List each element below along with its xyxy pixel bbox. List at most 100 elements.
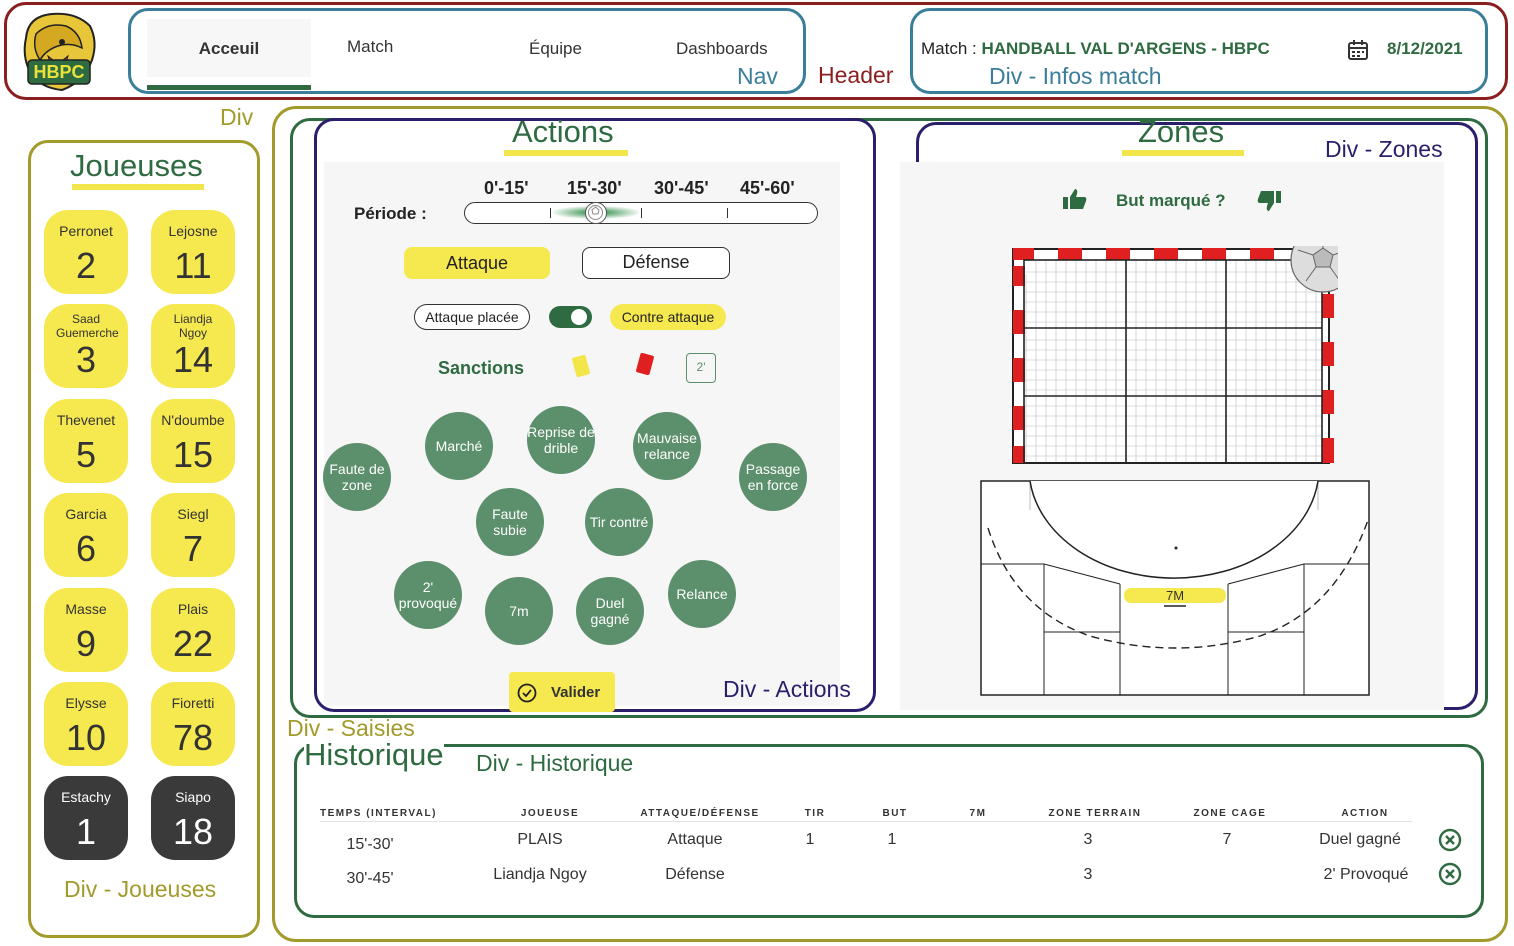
player-name: Perronet [59, 223, 113, 239]
player-card[interactable]: Siegl 7 [151, 493, 235, 577]
player-card[interactable]: Elysse 10 [44, 682, 128, 766]
but-marque-label: But marqué ? [1116, 191, 1226, 210]
valider-label: Valider [551, 684, 601, 701]
period-label-1: 15'-30' [567, 178, 622, 198]
col-header-7m: 7M [969, 808, 987, 819]
slider-handle[interactable] [585, 202, 607, 224]
player-number: 5 [75, 434, 97, 475]
action-reprise-de-drible-button[interactable]: Reprise de drible [527, 406, 595, 474]
player-card[interactable]: Estachy 1 [44, 776, 128, 860]
cell-action: 2' Provoqué [1323, 866, 1409, 883]
attack-type-toggle[interactable] [549, 306, 592, 328]
action-faute-de-zone-button[interactable]: Faute de zone [323, 443, 391, 511]
action-faute-subie-button[interactable]: Faute subie [476, 488, 544, 556]
player-name: Thevenet [56, 412, 116, 428]
table-header-divider [320, 821, 1412, 822]
player-number: 1 [75, 811, 97, 852]
actions-frame-label: Div - Actions [723, 676, 851, 702]
valider-button[interactable]: Valider [509, 672, 615, 712]
cell-action: Duel gagné [1319, 831, 1401, 848]
action-passage-en-force-button[interactable]: Passage en force [739, 443, 807, 511]
player-number: 18 [172, 811, 214, 852]
action-tir-contre-button[interactable]: Tir contré [585, 488, 653, 556]
check-circle-icon [517, 683, 537, 703]
players-title: Joueuses [70, 148, 203, 183]
court-zones-diagram[interactable]: 7M [980, 480, 1370, 696]
sanctions-label: Sanctions [438, 358, 525, 378]
period-slider[interactable] [464, 202, 818, 224]
attaque-placee-option[interactable]: Attaque placée [414, 304, 530, 330]
zones-title: Zones [1138, 114, 1225, 149]
tab-match[interactable]: Match [347, 37, 393, 57]
player-card[interactable]: Garcia 6 [44, 493, 128, 577]
nav-frame-label: Nav [737, 63, 778, 89]
two-minutes-button[interactable]: 2' [686, 353, 716, 383]
player-number: 78 [172, 717, 214, 758]
attaque-button[interactable]: Attaque [404, 247, 550, 279]
infos-frame-label: Div - Infos match [989, 63, 1162, 89]
player-card[interactable]: Liandja Ngoy 14 [151, 304, 235, 388]
player-card[interactable]: Perronet 2 [44, 210, 128, 294]
player-name: Siapo [175, 789, 211, 805]
player-name: Lejosne [168, 223, 218, 239]
seven-m-label[interactable]: 7M [1166, 588, 1184, 603]
player-card[interactable]: Fioretti 78 [151, 682, 235, 766]
tab-accueil[interactable]: Acceuil [147, 19, 311, 77]
match-prefix: Match : [921, 39, 982, 58]
player-name: Liandja Ngoy [173, 312, 213, 340]
match-info-panel: Match : HANDBALL VAL D'ARGENS - HBPC 8/1… [910, 8, 1488, 94]
player-name: Fioretti [171, 695, 215, 711]
player-card[interactable]: N'doumbe 15 [151, 399, 235, 483]
col-header-joueuse: JOUEUSE [520, 808, 580, 819]
player-number: 10 [65, 717, 107, 758]
player-card[interactable]: Thevenet 5 [44, 399, 128, 483]
player-card[interactable]: Siapo 18 [151, 776, 235, 860]
player-number: 9 [75, 623, 97, 664]
action-7m-button[interactable]: 7m [485, 577, 553, 645]
player-name: Siegl [177, 506, 209, 522]
action-mauvaise-relance-button[interactable]: Mauvaise relance [633, 412, 701, 480]
defense-button[interactable]: Défense [582, 247, 730, 279]
delete-row-icon[interactable] [1438, 828, 1462, 852]
player-name: Masse [65, 601, 107, 617]
action-duel-gagne-button[interactable]: Duel gagné [576, 577, 644, 645]
delete-row-icon[interactable] [1438, 862, 1462, 886]
nav: Acceuil Match Équipe Dashboards Nav [128, 8, 806, 94]
player-card[interactable]: Saad Guemerche 3 [44, 304, 128, 388]
player-name: Elysse [65, 695, 107, 711]
player-number: 14 [172, 339, 214, 380]
match-date: 8/12/2021 [1387, 39, 1463, 58]
history-frame-label: Div - Historique [476, 750, 634, 776]
player-card[interactable]: Masse 9 [44, 588, 128, 672]
slider-tick [727, 208, 728, 218]
period-label-0: 0'-15' [484, 178, 529, 198]
players-title-underline [72, 184, 204, 190]
thumbs-up-icon[interactable] [1062, 187, 1088, 211]
contre-attaque-option[interactable]: Contre attaque [610, 304, 726, 330]
player-card[interactable]: Lejosne 11 [151, 210, 235, 294]
header-frame-label: Header [818, 62, 894, 88]
tab-equipe[interactable]: Équipe [529, 39, 582, 59]
player-card[interactable]: Plais 22 [151, 588, 235, 672]
action-relance-button[interactable]: Relance [668, 560, 736, 628]
thumbs-down-icon[interactable] [1256, 189, 1282, 213]
player-number: 22 [172, 623, 214, 664]
player-number: 2 [75, 245, 97, 286]
action-2min-provoque-button[interactable]: 2' provoqué [394, 561, 462, 629]
cell-joueuse: Liandja Ngoy [493, 866, 587, 883]
calendar-icon[interactable] [1347, 39, 1369, 66]
zones-frame-label: Div - Zones [1325, 136, 1443, 162]
action-marche-button[interactable]: Marché [425, 412, 493, 480]
cell-tir: 1 [805, 831, 815, 848]
player-name: Saad Guemerche [56, 312, 119, 340]
active-tab-indicator [147, 85, 311, 90]
cell-joueuse: PLAIS [517, 831, 563, 848]
actions-title: Actions [512, 114, 614, 149]
periode-label: Période : [354, 204, 427, 223]
player-number: 3 [75, 339, 97, 380]
player-name: Plais [177, 601, 209, 617]
col-header-zone-terrain: ZONE TERRAIN [1048, 808, 1142, 819]
club-logo[interactable]: HBPC [18, 8, 100, 94]
goal-cage-diagram[interactable] [1010, 246, 1338, 466]
tab-dashboards[interactable]: Dashboards [676, 39, 768, 59]
